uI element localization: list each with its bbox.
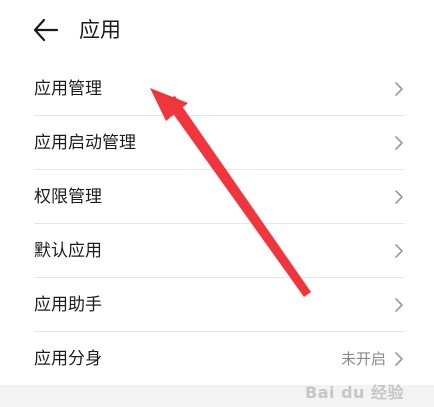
menu-item-label: 应用分身: [34, 349, 102, 369]
page-title: 应用: [79, 18, 121, 42]
menu-item-label: 应用启动管理: [34, 133, 136, 153]
menu-item-default-apps[interactable]: 默认应用: [0, 224, 434, 278]
watermark-logo: Bai du 经验: [305, 383, 404, 402]
menu-item-label: 默认应用: [34, 241, 102, 261]
menu-item-app-launch-management[interactable]: 应用启动管理: [0, 116, 434, 170]
header-bar: 应用: [0, 0, 434, 64]
chevron-right-icon: [395, 190, 403, 204]
chevron-right-icon: [395, 298, 403, 312]
menu-item-app-management[interactable]: 应用管理: [0, 62, 434, 116]
menu-item-app-twin[interactable]: 应用分身 未开启: [0, 332, 434, 386]
settings-list: 应用管理 应用启动管理 权限管理 默认应用 应用助手 应用分身 未开启: [0, 62, 434, 386]
status-value: 未开启: [340, 350, 386, 368]
menu-item-label: 权限管理: [34, 187, 102, 207]
chevron-right-icon: [395, 136, 403, 150]
chevron-right-icon: [395, 244, 403, 258]
menu-item-app-assistant[interactable]: 应用助手: [0, 278, 434, 332]
menu-item-permission-management[interactable]: 权限管理: [0, 170, 434, 224]
app-settings-screen: 应用 应用管理 应用启动管理 权限管理 默认应用 应用助手 应用分身 未开启 B…: [0, 0, 434, 407]
back-button[interactable]: [32, 17, 60, 43]
menu-item-label: 应用助手: [34, 295, 102, 315]
menu-item-label: 应用管理: [34, 79, 102, 99]
chevron-right-icon: [395, 352, 403, 366]
chevron-right-icon: [395, 82, 403, 96]
arrow-left-icon: [33, 18, 59, 42]
